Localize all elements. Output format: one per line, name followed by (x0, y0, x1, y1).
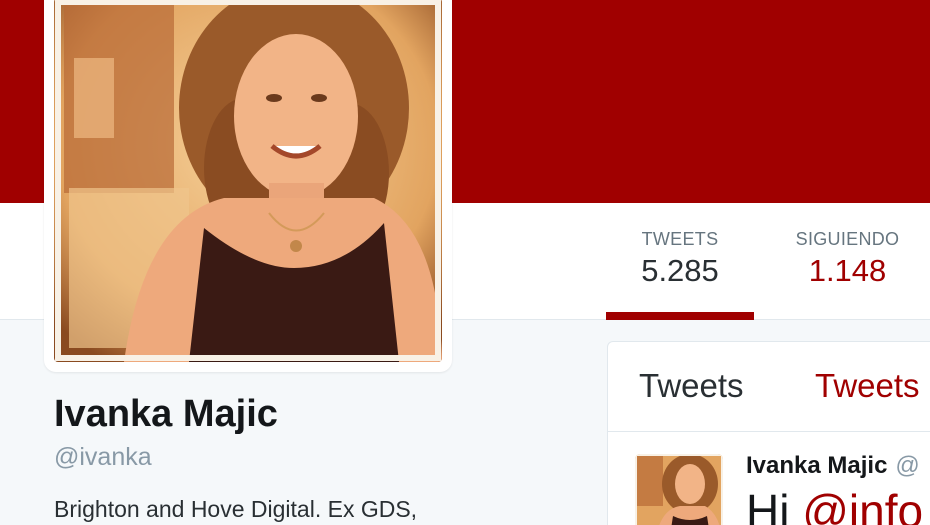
stat-tweets-label: TWEETS (641, 229, 719, 249)
timeline-panel: Tweets Tweets Ivanka Majic @ Hi @info (607, 341, 930, 525)
tweet-item[interactable]: Ivanka Majic @ Hi @info (608, 432, 930, 525)
profile-avatar-photo (54, 0, 442, 362)
stat-tweets[interactable]: TWEETS 5.285 (605, 229, 755, 289)
tab-tweets[interactable]: Tweets (639, 367, 744, 405)
profile-bio: Brighton and Hove Digital. Ex GDS, (54, 496, 418, 522)
stat-tweets-value: 5.285 (641, 253, 719, 288)
tweet-text-prefix: Hi (746, 485, 803, 525)
stat-following-value: 1.148 (808, 253, 887, 288)
tweet-author-name[interactable]: Ivanka Majic (746, 452, 887, 479)
avatar-thumbnail-drawing (635, 454, 723, 525)
profile-avatar-card[interactable] (44, 0, 452, 372)
profile-page: TWEETS 5.285 SIGUIENDO 1.148 Ivanka Maji… (0, 0, 930, 525)
tweet-author[interactable]: Ivanka Majic @ (746, 452, 920, 480)
tab-tweets-replies[interactable]: Tweets (815, 367, 920, 405)
stat-following[interactable]: SIGUIENDO 1.148 (775, 229, 920, 289)
active-stat-indicator (606, 312, 754, 320)
tweet-author-avatar[interactable] (635, 454, 723, 525)
tweet-mention-link[interactable]: @info (802, 485, 923, 525)
timeline-tabs: Tweets Tweets (608, 342, 930, 432)
tweet-author-handle[interactable]: @ (895, 452, 919, 479)
profile-handle[interactable]: @ivanka (54, 443, 152, 472)
avatar-photo-drawing (54, 0, 442, 362)
tweet-text: Hi @info (746, 484, 923, 525)
profile-name[interactable]: Ivanka Majic (54, 393, 278, 436)
stat-following-label: SIGUIENDO (795, 229, 900, 249)
